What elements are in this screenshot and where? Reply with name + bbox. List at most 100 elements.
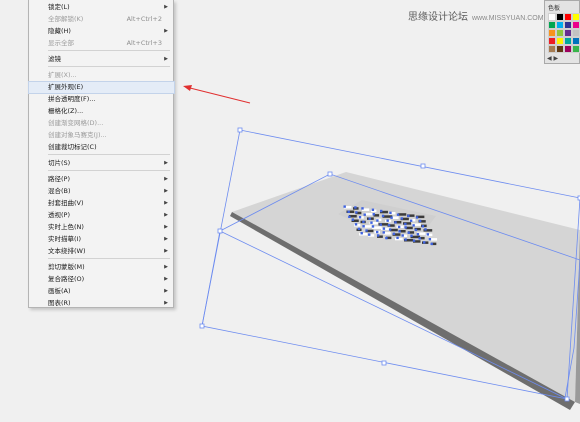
menu-item[interactable]: 创建对象马赛克(J)...: [29, 130, 174, 141]
menu-item[interactable]: 实时上色(N) ▶: [29, 222, 174, 233]
menu-item-label: 混合(B): [48, 187, 71, 195]
anchor-point: [355, 211, 358, 214]
anchor-point: [381, 214, 385, 218]
anchor-point: [418, 219, 422, 223]
anchor-point: [414, 228, 418, 232]
swatch[interactable]: [572, 13, 580, 21]
anchor-point: [376, 234, 380, 237]
menu-item[interactable]: 创建裁切标记(C): [29, 142, 174, 153]
submenu-arrow-icon: ▶: [164, 248, 168, 254]
swatch[interactable]: [548, 37, 556, 45]
anchor-point: [385, 236, 388, 240]
menu-item-label: 创建渐变网格(D)...: [48, 119, 104, 127]
handle: [217, 228, 223, 234]
submenu-arrow-icon: ▶: [164, 224, 168, 230]
anchor-point: [415, 216, 419, 219]
canvas[interactable]: 锁定(L) ▶ 全部解锁(K) Alt+Ctrl+2 隐藏(H) ▶ 显示全部 Alt+Ctr…: [0, 0, 580, 422]
anchor-point: [371, 208, 375, 211]
swatch[interactable]: [548, 13, 556, 21]
anchor-point: [354, 206, 357, 209]
menu-item[interactable]: 隐藏(H) ▶: [29, 26, 174, 37]
anchor-point: [396, 213, 400, 216]
watermark-text: 思缘设计论坛: [408, 12, 468, 23]
maze-segment: [359, 233, 368, 236]
menu-item[interactable]: 滤镜 ▶: [29, 54, 174, 65]
submenu-arrow-icon: ▶: [164, 188, 168, 194]
menu-item[interactable]: 复合路径(O) ▶: [29, 274, 174, 285]
menu-item[interactable]: 扩展外观(E): [28, 81, 175, 94]
swatch[interactable]: [548, 21, 556, 29]
submenu-arrow-icon: ▶: [164, 28, 168, 34]
menu-item-label: 透视(P): [48, 211, 70, 219]
plane-top: [232, 172, 580, 402]
swatch[interactable]: [564, 45, 572, 53]
anchor-point: [343, 205, 346, 208]
menu-item[interactable]: 图表(R) ▶: [29, 298, 174, 309]
swatch[interactable]: [564, 29, 572, 37]
menu-item[interactable]: 剪切蒙版(M) ▶: [29, 262, 174, 273]
menu-separator: [48, 50, 170, 51]
menu-item[interactable]: 画板(A) ▶: [29, 286, 174, 297]
swatches-footer[interactable]: ◀ ▶: [547, 55, 579, 63]
swatch[interactable]: [556, 29, 564, 37]
swatch-grid: [548, 13, 580, 53]
anchor-point: [390, 216, 393, 219]
menu-item[interactable]: 实时描摹(I) ▶: [29, 234, 174, 245]
anchor-point: [380, 209, 383, 213]
swatch[interactable]: [556, 45, 564, 53]
menu-item[interactable]: 文本绕排(W) ▶: [29, 246, 174, 257]
maze-segment: [381, 227, 390, 231]
menu-item-label: 滤镜: [48, 55, 61, 63]
swatch[interactable]: [556, 21, 564, 29]
menu-item[interactable]: 混合(B) ▶: [29, 186, 174, 197]
anchor-point: [370, 221, 373, 224]
maze-segment: [395, 237, 403, 241]
anchor-point: [382, 231, 385, 234]
menu-item[interactable]: 封套扭曲(V) ▶: [29, 198, 174, 209]
anchor-point: [430, 242, 433, 246]
anchor-point: [382, 227, 386, 230]
menu-item[interactable]: 锁定(L) ▶: [29, 2, 174, 13]
anchor-point: [363, 213, 366, 216]
submenu-arrow-icon: ▶: [164, 276, 168, 282]
maze-segment: [398, 213, 407, 216]
menu-item[interactable]: 切片(S) ▶: [29, 158, 174, 169]
swatch[interactable]: [572, 37, 580, 45]
menu-item[interactable]: 拼合透明度(F)...: [29, 94, 174, 105]
menu-item-label: 锁定(L): [48, 3, 70, 11]
menu-separator: [48, 258, 170, 259]
menu-item-label: 显示全部: [48, 39, 74, 47]
menu-item[interactable]: 栅格化(Z)...: [29, 106, 174, 117]
swatch[interactable]: [572, 29, 580, 37]
anchor-point: [375, 230, 379, 234]
swatch[interactable]: [572, 21, 580, 29]
swatch[interactable]: [548, 29, 556, 37]
swatch[interactable]: [564, 13, 572, 21]
menu-item[interactable]: 路径(P) ▶: [29, 174, 174, 185]
swatch[interactable]: [572, 45, 580, 53]
submenu-arrow-icon: ▶: [164, 264, 168, 270]
anchor-point: [404, 238, 407, 241]
menu-item[interactable]: 全部解锁(K) Alt+Ctrl+2: [29, 14, 174, 25]
anchor-point: [426, 233, 429, 236]
menu-item[interactable]: 扩展(X)...: [29, 70, 174, 81]
handle: [327, 171, 333, 177]
menu-item[interactable]: 显示全部 Alt+Ctrl+3: [29, 38, 174, 49]
anchor-point: [396, 236, 399, 240]
anchor-point: [428, 238, 432, 241]
menu-item-shortcut: Alt+Ctrl+3: [126, 39, 162, 47]
menu-item[interactable]: 创建渐变网格(D)...: [29, 118, 174, 129]
menu-item-label: 全部解锁(K): [48, 15, 84, 23]
menu-item-label: 创建对象马赛克(J)...: [48, 131, 107, 139]
swatch[interactable]: [564, 21, 572, 29]
swatch[interactable]: [564, 37, 572, 45]
submenu-arrow-icon: ▶: [164, 212, 168, 218]
swatch[interactable]: [556, 13, 564, 21]
menu-item[interactable]: 透视(P) ▶: [29, 210, 174, 221]
swatch[interactable]: [556, 37, 564, 45]
submenu-arrow-icon: ▶: [164, 236, 168, 242]
submenu-arrow-icon: ▶: [164, 56, 168, 62]
swatch[interactable]: [548, 45, 556, 53]
red-arrow-head: [183, 85, 192, 91]
anchor-point: [410, 234, 413, 237]
